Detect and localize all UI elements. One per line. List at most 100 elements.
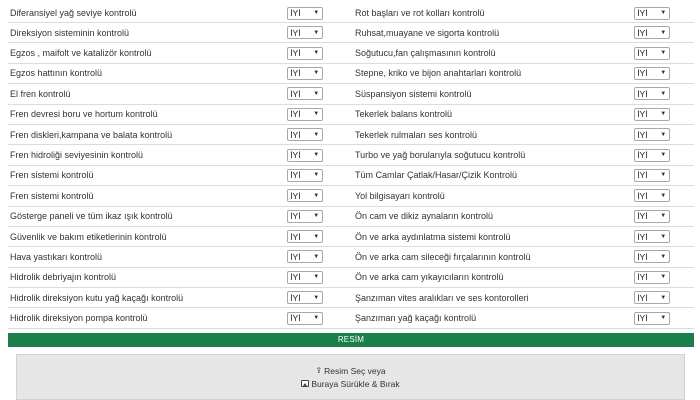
left-condition-select[interactable]: İYİ ▼ xyxy=(287,148,324,162)
right-condition-select[interactable]: İYİ ▼ xyxy=(634,66,671,80)
left-condition-select[interactable]: İYİ ▼ xyxy=(287,168,324,182)
left-condition-select[interactable]: İYİ ▼ xyxy=(287,230,324,244)
left-item-label: Diferansiyel yağ seviye kontrolü xyxy=(10,8,137,18)
select-value: İYİ xyxy=(290,109,301,120)
left-item-cell: İYİ ▼ xyxy=(287,145,353,164)
select-value: İYİ xyxy=(637,292,648,303)
right-item-label: Şanzıman yağ kaçağı kontrolü xyxy=(355,313,477,324)
left-condition-select[interactable]: İYİ ▼ xyxy=(287,291,324,305)
right-condition-select[interactable]: İYİ ▼ xyxy=(634,87,671,101)
right-condition-select[interactable]: İYİ ▼ xyxy=(634,168,671,182)
right-item-cell: İYİ ▼ xyxy=(634,227,694,246)
chevron-down-icon: ▼ xyxy=(313,172,320,179)
chevron-down-icon: ▼ xyxy=(660,152,667,159)
right-condition-select[interactable]: İYİ ▼ xyxy=(634,311,671,325)
left-item-cell: İYİ ▼ xyxy=(287,43,353,62)
left-item-cell: İYİ ▼ xyxy=(287,125,353,144)
left-item-label: Egzos hattının kontrolü xyxy=(10,68,103,79)
right-condition-select[interactable]: İYİ ▼ xyxy=(634,46,671,60)
left-condition-select[interactable]: İYİ ▼ xyxy=(287,26,324,40)
left-item-label: Fren sistemi kontrolü xyxy=(10,190,94,201)
left-condition-select[interactable]: İYİ ▼ xyxy=(287,46,324,60)
chevron-down-icon: ▼ xyxy=(313,315,320,322)
right-condition-select[interactable]: İYİ ▼ xyxy=(634,270,671,284)
left-condition-select[interactable]: İYİ ▼ xyxy=(287,66,324,80)
right-item: Ruhsat,muayane ve sigorta kontrolü xyxy=(353,23,634,42)
select-value: İYİ xyxy=(290,8,301,18)
right-item: Ön ve arka cam sileceği fırçalarının kon… xyxy=(353,247,634,266)
left-item-label: Hidrolik direksiyon kutu yağ kaçağı kont… xyxy=(10,292,184,303)
left-condition-select[interactable]: İYİ ▼ xyxy=(287,189,324,203)
right-condition-select[interactable]: İYİ ▼ xyxy=(634,6,671,20)
right-condition-select[interactable]: İYİ ▼ xyxy=(634,291,671,305)
select-value: İYİ xyxy=(637,272,648,283)
chevron-down-icon: ▼ xyxy=(313,294,320,301)
select-value: İYİ xyxy=(290,292,301,303)
checklist-row: Diferansiyel yağ seviye kontrolü İYİ ▼ Rot … xyxy=(8,4,694,23)
image-dropzone[interactable]: ⇪ Resim Seç veya Buraya Sürükle & Bırak xyxy=(16,354,685,400)
left-item-cell: İYİ ▼ xyxy=(287,247,353,266)
right-item-label: Tekerlek rulmaları ses kontrolü xyxy=(355,129,478,140)
select-value: İYİ xyxy=(637,88,648,99)
left-item-label: Hidrolik debriyajın kontrolü xyxy=(10,272,117,283)
right-condition-select[interactable]: İYİ ▼ xyxy=(634,26,671,40)
right-item-cell: İYİ ▼ xyxy=(634,23,694,42)
right-condition-select[interactable]: İYİ ▼ xyxy=(634,107,671,121)
left-condition-select[interactable]: İYİ ▼ xyxy=(287,250,324,264)
checklist-row: Gösterge paneli ve tüm ikaz ışık kontrol… xyxy=(8,207,694,227)
chevron-down-icon: ▼ xyxy=(660,172,667,179)
dropzone-select-text[interactable]: Resim Seç veya xyxy=(324,366,385,376)
chevron-down-icon: ▼ xyxy=(660,90,667,97)
right-condition-select[interactable]: İYİ ▼ xyxy=(634,128,671,142)
chevron-down-icon: ▼ xyxy=(660,253,667,260)
left-condition-select[interactable]: İYİ ▼ xyxy=(287,6,324,20)
chevron-down-icon: ▼ xyxy=(660,315,667,322)
checklist-row: Güvenlik ve bakım etiketlerinin kontrolü… xyxy=(8,227,694,248)
left-item-cell: İYİ ▼ xyxy=(287,288,353,307)
select-value: İYİ xyxy=(290,272,301,283)
select-value: İYİ xyxy=(290,211,301,222)
right-item-label: Rot başları ve rot kolları kontrolü xyxy=(355,8,485,18)
right-item: Tüm Camlar Çatlak/Hasar/Çizik Kontrolü xyxy=(353,166,634,185)
chevron-down-icon: ▼ xyxy=(660,192,667,199)
select-value: İYİ xyxy=(290,231,301,242)
left-condition-select[interactable]: İYİ ▼ xyxy=(287,107,324,121)
select-value: İYİ xyxy=(637,190,648,201)
left-condition-select[interactable]: İYİ ▼ xyxy=(287,270,324,284)
left-condition-select[interactable]: İYİ ▼ xyxy=(287,128,324,142)
right-item-label: Ön ve arka cam yıkayıcıların kontrolü xyxy=(355,272,504,283)
dropzone-select-line[interactable]: ⇪ Resim Seç veya xyxy=(315,364,385,377)
right-item: Ön ve arka aydınlatma sistemi kontrolü xyxy=(353,227,634,246)
left-condition-select[interactable]: İYİ ▼ xyxy=(287,209,324,223)
left-item-cell: İYİ ▼ xyxy=(287,105,353,124)
right-condition-select[interactable]: İYİ ▼ xyxy=(634,148,671,162)
left-condition-select[interactable]: İYİ ▼ xyxy=(287,87,324,101)
select-value: İYİ xyxy=(637,48,648,59)
right-item: Yol bilgisayarı kontrolü xyxy=(353,186,634,205)
left-item: Hidrolik direksiyon pompa kontrolü xyxy=(8,308,287,327)
right-item-cell: İYİ ▼ xyxy=(634,4,694,22)
right-condition-select[interactable]: İYİ ▼ xyxy=(634,250,671,264)
right-item: Şanzıman yağ kaçağı kontrolü xyxy=(353,308,634,327)
chevron-down-icon: ▼ xyxy=(313,29,320,36)
chevron-down-icon: ▼ xyxy=(660,50,667,57)
select-value: İYİ xyxy=(290,150,301,161)
checklist-row: Hidrolik direksiyon kutu yağ kaçağı kont… xyxy=(8,288,694,309)
right-item-cell: İYİ ▼ xyxy=(634,186,694,205)
upload-icon: ⇪ xyxy=(315,366,323,375)
left-item-label: Egzos , maifolt ve katalizör kontrolü xyxy=(10,48,152,59)
checklist-row: El fren kontrolü İYİ ▼ Süspansiyon sistemi … xyxy=(8,84,694,105)
right-item: Turbo ve yağ borularıyla soğutucu kontro… xyxy=(353,145,634,164)
chevron-down-icon: ▼ xyxy=(313,50,320,57)
right-condition-select[interactable]: İYİ ▼ xyxy=(634,189,671,203)
right-condition-select[interactable]: İYİ ▼ xyxy=(634,209,671,223)
left-condition-select[interactable]: İYİ ▼ xyxy=(287,311,324,325)
left-item-cell: İYİ ▼ xyxy=(287,166,353,185)
right-condition-select[interactable]: İYİ ▼ xyxy=(634,230,671,244)
select-value: İYİ xyxy=(290,313,301,324)
select-value: İYİ xyxy=(290,27,301,38)
left-item-label: Gösterge paneli ve tüm ikaz ışık kontrol… xyxy=(10,211,173,222)
right-item-cell: İYİ ▼ xyxy=(634,105,694,124)
select-value: İYİ xyxy=(290,68,301,79)
select-value: İYİ xyxy=(637,170,648,181)
